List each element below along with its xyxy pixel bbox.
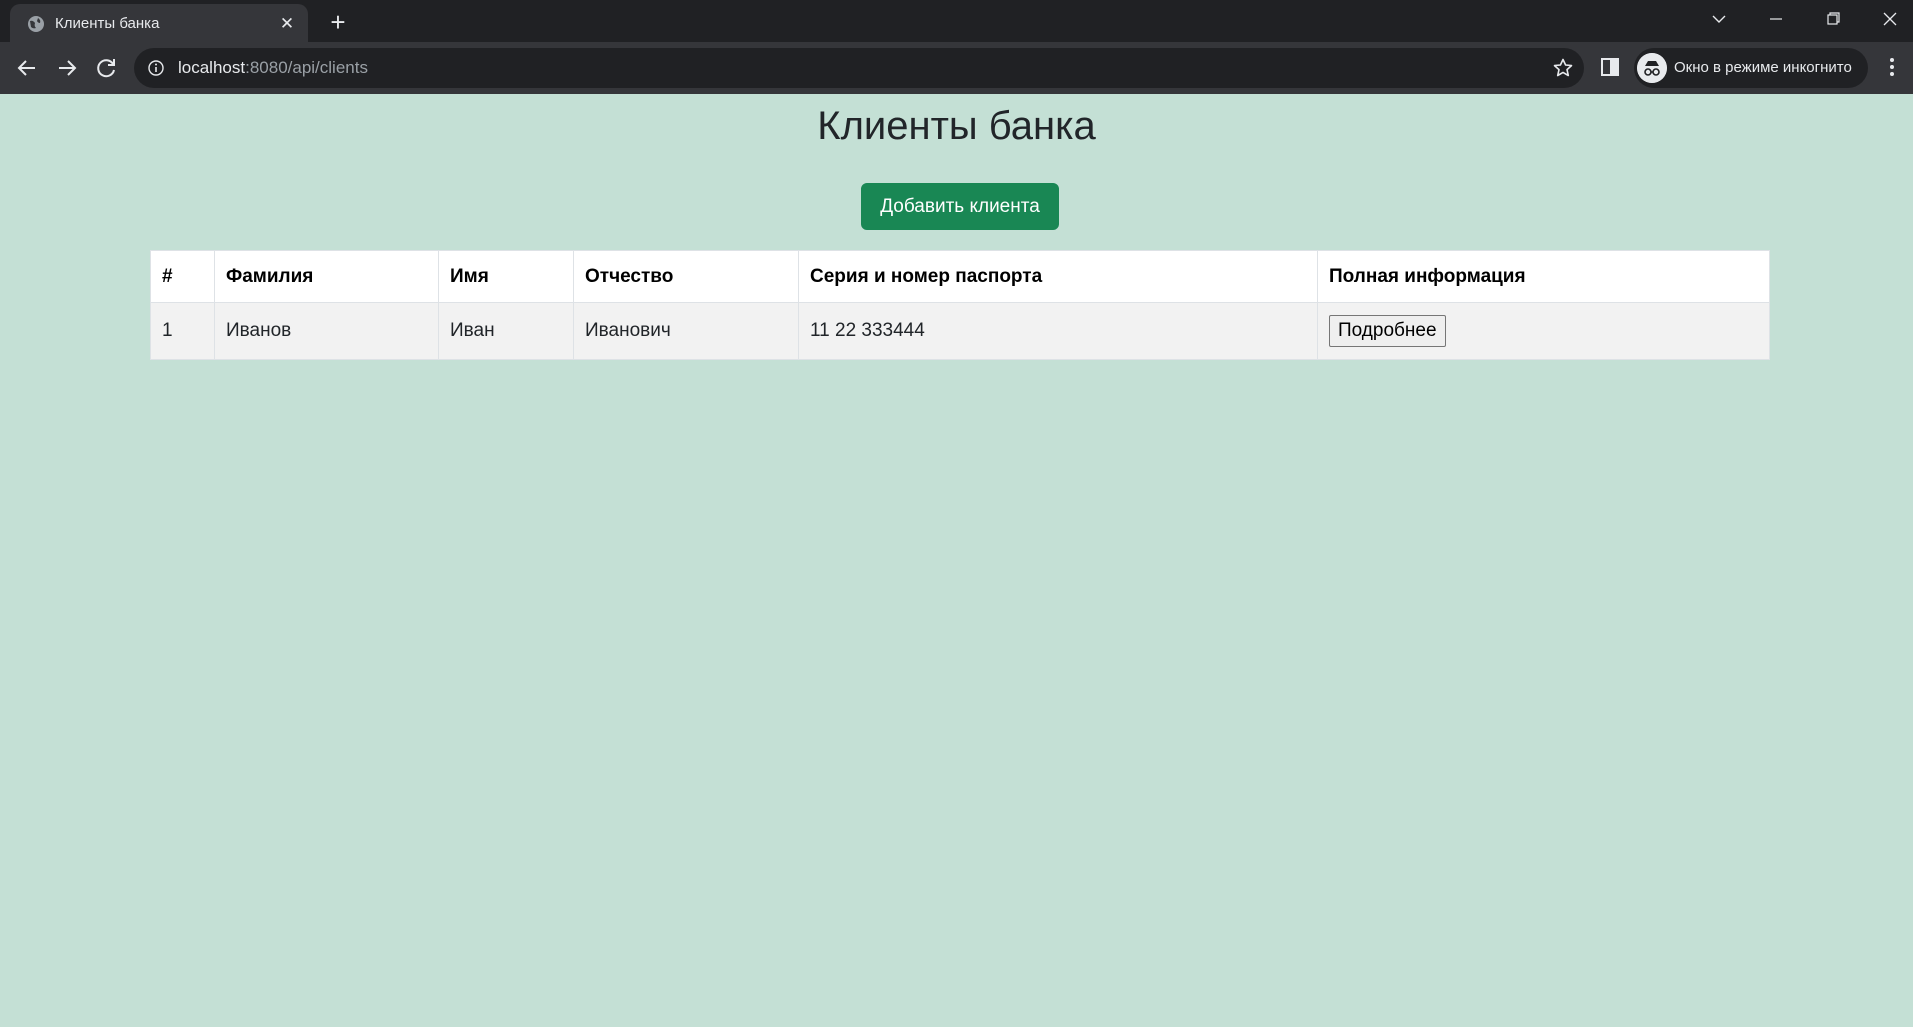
page-title: Клиенты банка xyxy=(817,104,1096,148)
cell-passport: 11 22 333444 xyxy=(798,302,1318,360)
table-row: 1 Иванов Иван Иванович 11 22 333444 Подр… xyxy=(150,302,1770,360)
bookmark-star-icon[interactable] xyxy=(1552,57,1574,79)
reload-icon[interactable] xyxy=(91,52,123,84)
column-header-number: # xyxy=(150,250,215,303)
url-host: localhost xyxy=(178,58,246,77)
tab-search-chevron-icon[interactable] xyxy=(1696,4,1742,34)
browser-toolbar: localhost:8080/api/clients Окно в режиме… xyxy=(0,42,1913,94)
table-header-row: # Фамилия Имя Отчество Серия и номер пас… xyxy=(150,250,1770,303)
column-header-patronymic: Отчество xyxy=(573,250,799,303)
minimize-icon[interactable] xyxy=(1753,4,1799,34)
site-info-icon[interactable] xyxy=(148,60,164,76)
column-header-full-info: Полная информация xyxy=(1317,250,1770,303)
url-path: :8080/api/clients xyxy=(245,58,368,77)
browser-chrome: Клиенты банка ✕ + localhost:8080/api/cli… xyxy=(0,0,1913,94)
address-bar[interactable]: localhost:8080/api/clients xyxy=(134,48,1584,88)
tab-strip: Клиенты банка ✕ + xyxy=(0,0,1913,42)
restore-icon[interactable] xyxy=(1810,4,1856,34)
incognito-indicator[interactable]: Окно в режиме инкогнито xyxy=(1634,48,1868,88)
cell-first-name: Иван xyxy=(438,302,574,360)
new-tab-button[interactable]: + xyxy=(324,8,352,36)
cell-full-info: Подробнее xyxy=(1317,302,1770,360)
incognito-label: Окно в режиме инкогнито xyxy=(1674,59,1852,76)
cell-number: 1 xyxy=(150,302,215,360)
cell-patronymic: Иванович xyxy=(573,302,799,360)
globe-icon xyxy=(28,16,44,32)
add-client-button[interactable]: Добавить клиента xyxy=(861,183,1059,230)
column-header-first-name: Имя xyxy=(438,250,574,303)
tab-close-icon[interactable]: ✕ xyxy=(276,13,298,35)
column-header-last-name: Фамилия xyxy=(214,250,439,303)
cell-last-name: Иванов xyxy=(214,302,439,360)
forward-arrow-icon[interactable] xyxy=(51,52,83,84)
clients-table: # Фамилия Имя Отчество Серия и номер пас… xyxy=(150,250,1770,360)
side-panel-icon[interactable] xyxy=(1597,54,1623,80)
column-header-passport: Серия и номер паспорта xyxy=(798,250,1318,303)
url-text[interactable]: localhost:8080/api/clients xyxy=(178,58,368,78)
browser-tab[interactable]: Клиенты банка ✕ xyxy=(10,4,308,42)
close-window-icon[interactable] xyxy=(1867,4,1913,34)
back-arrow-icon[interactable] xyxy=(11,52,43,84)
details-button[interactable]: Подробнее xyxy=(1329,315,1446,347)
tab-title: Клиенты банка xyxy=(55,15,160,32)
kebab-menu-icon[interactable] xyxy=(1879,54,1905,80)
page-content: Клиенты банка Добавить клиента # Фамилия… xyxy=(0,94,1913,1027)
incognito-icon xyxy=(1637,53,1667,83)
